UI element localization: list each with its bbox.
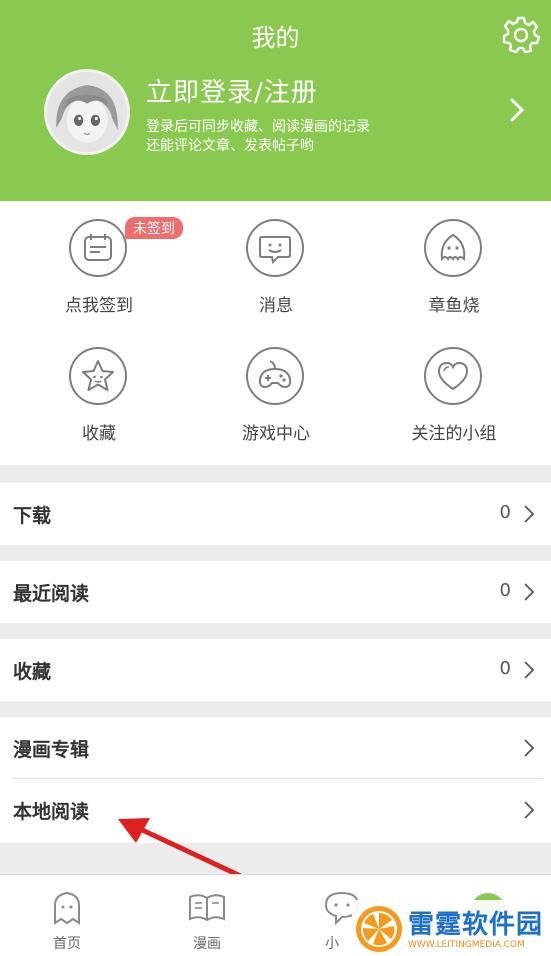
chevron-right-icon: [523, 800, 535, 820]
watermark-url: WWW.LEITINGMEDIA.COM: [408, 940, 525, 950]
grid-item-games[interactable]: 游戏中心: [184, 329, 368, 449]
grid-item-messages[interactable]: 消息: [184, 201, 368, 321]
list-item-local[interactable]: 本地阅读: [0, 779, 551, 843]
row-count-recent: 0: [499, 580, 511, 601]
login-subtitle-line1: 登录后可同步收藏、阅读漫画的记录: [146, 119, 370, 135]
gear-icon[interactable]: [501, 14, 541, 54]
watermark: 雷霆软件园 WWW.LEITINGMEDIA.COM: [352, 900, 551, 956]
page-title: 我的: [251, 24, 300, 52]
unsigned-badge: 未签到: [125, 217, 183, 239]
grid-item-octopus[interactable]: 章鱼烧: [362, 201, 546, 321]
chevron-right-icon: [523, 504, 535, 524]
nav-label-comics: 漫画: [193, 936, 221, 952]
star-icon: [69, 347, 127, 405]
row-count-download: 0: [499, 502, 511, 523]
list-item-download[interactable]: 下载 0: [0, 483, 551, 545]
grid-label-messages: 消息: [259, 296, 293, 316]
chevron-right-icon: [523, 660, 535, 680]
row-label-recent: 最近阅读: [13, 583, 90, 605]
chevron-right-icon: [523, 582, 535, 602]
chevron-right-icon: [523, 738, 535, 758]
orange-logo-icon: [356, 906, 402, 952]
nav-item-comics[interactable]: 漫画: [152, 875, 262, 956]
grid-label-octopus: 章鱼烧: [428, 296, 480, 316]
grid-label-favorites: 收藏: [82, 424, 116, 444]
grid-item-groups[interactable]: 关注的小组: [362, 329, 546, 449]
row-label-albums: 漫画专辑: [13, 739, 90, 761]
home-icon: [47, 887, 87, 927]
avatar[interactable]: [44, 69, 130, 155]
octopus-icon: [424, 219, 482, 277]
row-label-download: 下载: [13, 505, 52, 527]
heart-icon: [424, 347, 482, 405]
watermark-text: 雷霆软件园: [408, 910, 544, 940]
profile-header: 我的 立即登录/注册 登录后可同步收藏、阅读漫画的记录 还能评论文章、发表帖子哟: [0, 0, 551, 201]
grid-label-checkin: 点我签到: [65, 296, 133, 316]
feature-grid: 未签到 点我签到 消息 章鱼烧 收藏 游戏中心 关注的小组: [0, 201, 551, 465]
login-title[interactable]: 立即登录/注册: [146, 72, 318, 109]
row-count-favorites: 0: [499, 658, 511, 679]
login-subtitle-line2: 还能评论文章、发表帖子哟: [146, 138, 314, 154]
list-item-albums[interactable]: 漫画专辑: [0, 717, 551, 779]
grid-item-checkin[interactable]: 未签到 点我签到: [7, 201, 191, 321]
grid-label-games: 游戏中心: [242, 424, 310, 444]
book-icon: [187, 887, 227, 927]
nav-label-home: 首页: [53, 936, 81, 952]
gamepad-icon: [246, 347, 304, 405]
login-subtitle: 登录后可同步收藏、阅读漫画的记录 还能评论文章、发表帖子哟: [146, 118, 370, 156]
message-icon: [246, 219, 304, 277]
nav-item-home[interactable]: 首页: [12, 875, 122, 956]
list-item-favorites[interactable]: 收藏 0: [0, 639, 551, 701]
calendar-icon: [69, 219, 127, 277]
row-label-local: 本地阅读: [13, 801, 90, 823]
chevron-right-icon[interactable]: [507, 96, 527, 124]
list-item-recent[interactable]: 最近阅读 0: [0, 561, 551, 623]
grid-label-groups: 关注的小组: [411, 424, 497, 444]
grid-item-favorites[interactable]: 收藏: [7, 329, 191, 449]
row-label-favorites: 收藏: [13, 661, 52, 683]
